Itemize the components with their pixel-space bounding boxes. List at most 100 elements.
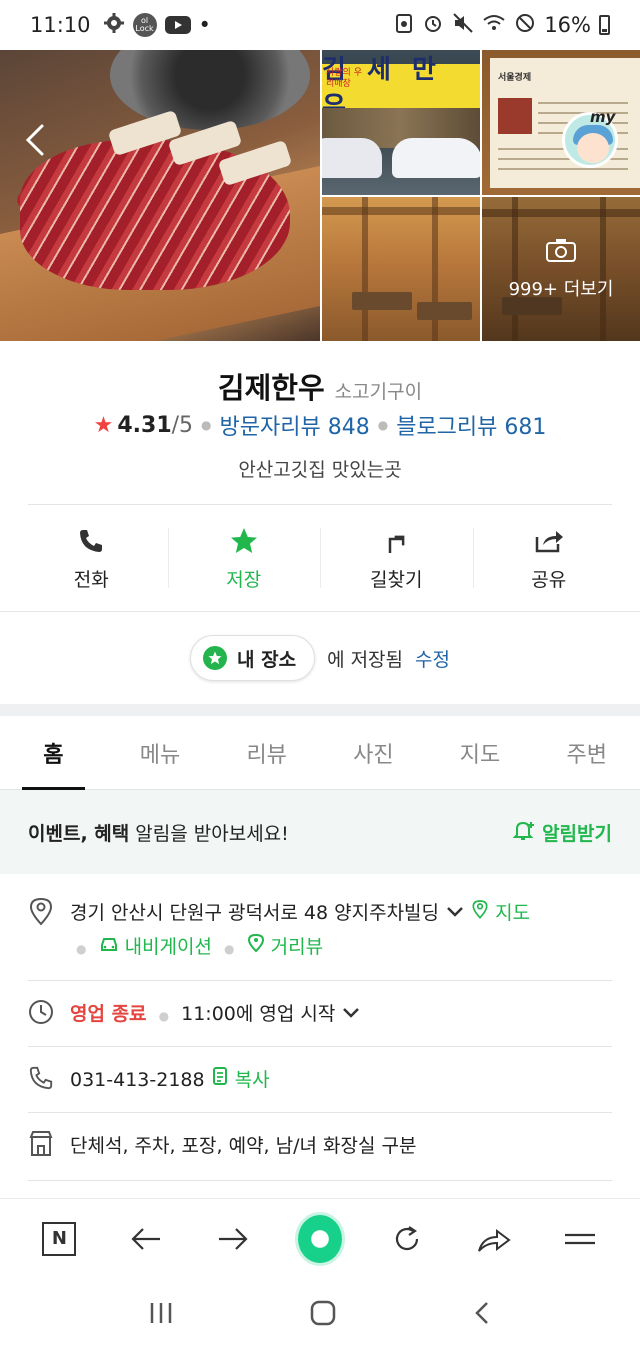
photo-interior-1[interactable] (322, 197, 480, 341)
navigation-link[interactable]: 내비게이션 (99, 936, 219, 958)
hamburger-icon (565, 1233, 596, 1244)
tab-reviews[interactable]: 리뷰 (213, 716, 320, 789)
browser-back-button[interactable] (124, 1217, 168, 1261)
divider (28, 1046, 612, 1047)
system-back-button[interactable] (472, 1300, 492, 1330)
more-photos-button[interactable]: 999+ 더보기 (482, 197, 640, 341)
chevron-down-icon[interactable] (445, 902, 465, 924)
my-place-chip[interactable]: 내 장소 (190, 635, 316, 681)
photo-gallery[interactable]: 김 세 만 우 사랑의 우리매장 서울경제 999+ 더보기 my (0, 50, 640, 341)
rating-row: ★ 4.31 /5 ● 방문자리뷰 848 ● 블로그리뷰 681 (0, 409, 640, 441)
back-arrow-icon (25, 124, 44, 156)
car-shape (322, 138, 382, 178)
share-label: 공유 (531, 568, 567, 591)
recycle-icon (394, 12, 414, 39)
info-paper-picture (498, 98, 532, 134)
phone-body: 031-413-2188 복사 (70, 1063, 612, 1097)
car-icon (100, 938, 117, 951)
status-bar: 11:10 ol Lock • 16% (0, 0, 640, 50)
saved-text: 에 저장됨 (327, 648, 404, 671)
recents-button[interactable] (148, 1301, 174, 1329)
tab-menu[interactable]: 메뉴 (107, 716, 214, 789)
arrow-left-icon (131, 1227, 161, 1250)
directions-icon (382, 523, 410, 559)
naver-home-button[interactable]: N (37, 1217, 81, 1261)
share-arrow-icon (477, 1228, 511, 1252)
beam-shape (322, 207, 480, 215)
naver-n-icon: N (42, 1221, 77, 1256)
phone-row: 031-413-2188 복사 (28, 1063, 612, 1097)
my-badge-label: my (590, 108, 616, 126)
star-icon (228, 523, 260, 559)
notify-label: 알림받기 (542, 822, 612, 845)
amenities-body: 단체석, 주차, 포장, 예약, 남/녀 화장실 구분 (70, 1129, 612, 1163)
arrow-right-icon (219, 1227, 248, 1250)
visitor-reviews-link[interactable]: 방문자리뷰 848 (220, 409, 370, 441)
tab-nearby[interactable]: 주변 (533, 716, 640, 789)
youtube-icon (164, 16, 191, 34)
battery-percent: 16% (544, 13, 591, 37)
place-category: 소고기구이 (334, 381, 423, 403)
clock-icon (28, 997, 54, 1027)
recents-icon (150, 1302, 171, 1323)
directions-button[interactable]: 길찾기 (320, 504, 473, 610)
rating-max: /5 (171, 412, 194, 438)
browser-forward-button[interactable] (211, 1217, 255, 1261)
text-line (498, 168, 628, 170)
settings-gear-icon (103, 12, 125, 39)
street-view-link[interactable]: 거리뷰 (247, 933, 323, 958)
save-button[interactable]: 저장 (167, 504, 321, 610)
title-row: 김제한우 소고기구이 (0, 365, 640, 407)
divider (28, 980, 612, 981)
place-header: 김제한우 소고기구이 ★ 4.31 /5 ● 방문자리뷰 848 ● 블로그리뷰… (0, 341, 640, 501)
call-label: 전화 (73, 568, 109, 591)
photo-storefront[interactable]: 김 세 만 우 사랑의 우리매장 (322, 50, 480, 195)
home-icon (310, 1300, 336, 1325)
battery-icon (599, 15, 610, 35)
green-dot-button[interactable] (297, 1214, 342, 1263)
event-text-bold: 이벤트, 혜택 (28, 822, 130, 845)
map-link[interactable]: 지도 (471, 900, 530, 924)
blog-reviews-link[interactable]: 블로그리뷰 681 (396, 409, 546, 441)
directions-label: 길찾기 (370, 568, 423, 591)
phone-number[interactable]: 031-413-2188 (70, 1069, 205, 1091)
tab-photos[interactable]: 사진 (320, 716, 427, 789)
street-view-icon (247, 933, 264, 953)
saved-status-row: 내 장소 에 저장됨 수정 (0, 632, 640, 684)
text-line (538, 102, 628, 104)
phone-icon (77, 523, 105, 559)
phone-outline-icon (28, 1063, 54, 1093)
call-button[interactable]: 전화 (15, 504, 168, 610)
store-icon (28, 1129, 54, 1159)
reload-button[interactable] (385, 1217, 429, 1261)
copy-icon (212, 1067, 227, 1085)
map-pin-icon (472, 900, 488, 919)
green-star-icon (203, 646, 227, 670)
home-button[interactable] (309, 1299, 337, 1331)
tab-home[interactable]: 홈 (0, 716, 107, 790)
edit-link[interactable]: 수정 (415, 645, 450, 672)
address-body: 경기 안산시 단원구 광덕서로 48 양지주차빌딩 지도 ● 내비게이션 ● 거… (70, 896, 612, 966)
section-gap (0, 704, 640, 716)
share-button[interactable]: 공유 (472, 504, 626, 610)
divider (28, 1112, 612, 1113)
back-button[interactable] (20, 120, 56, 160)
notify-button[interactable]: 알림받기 (512, 818, 612, 847)
address-text[interactable]: 경기 안산시 단원구 광덕서로 48 양지주차빌딩 (70, 902, 439, 924)
photo-info-board[interactable]: 서울경제 (482, 50, 640, 195)
hours-row[interactable]: 영업 종료 ● 11:00에 영업 시작 (28, 997, 612, 1031)
hours-body: 영업 종료 ● 11:00에 영업 시작 (70, 997, 612, 1033)
tab-map[interactable]: 지도 (427, 716, 534, 789)
photo-main-meat[interactable] (0, 50, 320, 341)
share-icon (534, 523, 564, 559)
browser-menu-button[interactable] (558, 1217, 602, 1261)
browser-share-button[interactable] (472, 1217, 516, 1261)
mute-icon (452, 12, 474, 39)
car-shape (392, 138, 480, 178)
table-shape (417, 302, 472, 320)
copy-button[interactable]: 복사 (211, 1067, 270, 1091)
chevron-down-icon[interactable] (341, 1003, 361, 1025)
divider (0, 611, 640, 612)
navigation-label: 내비게이션 (124, 936, 212, 958)
separator-dot: ● (224, 942, 235, 956)
